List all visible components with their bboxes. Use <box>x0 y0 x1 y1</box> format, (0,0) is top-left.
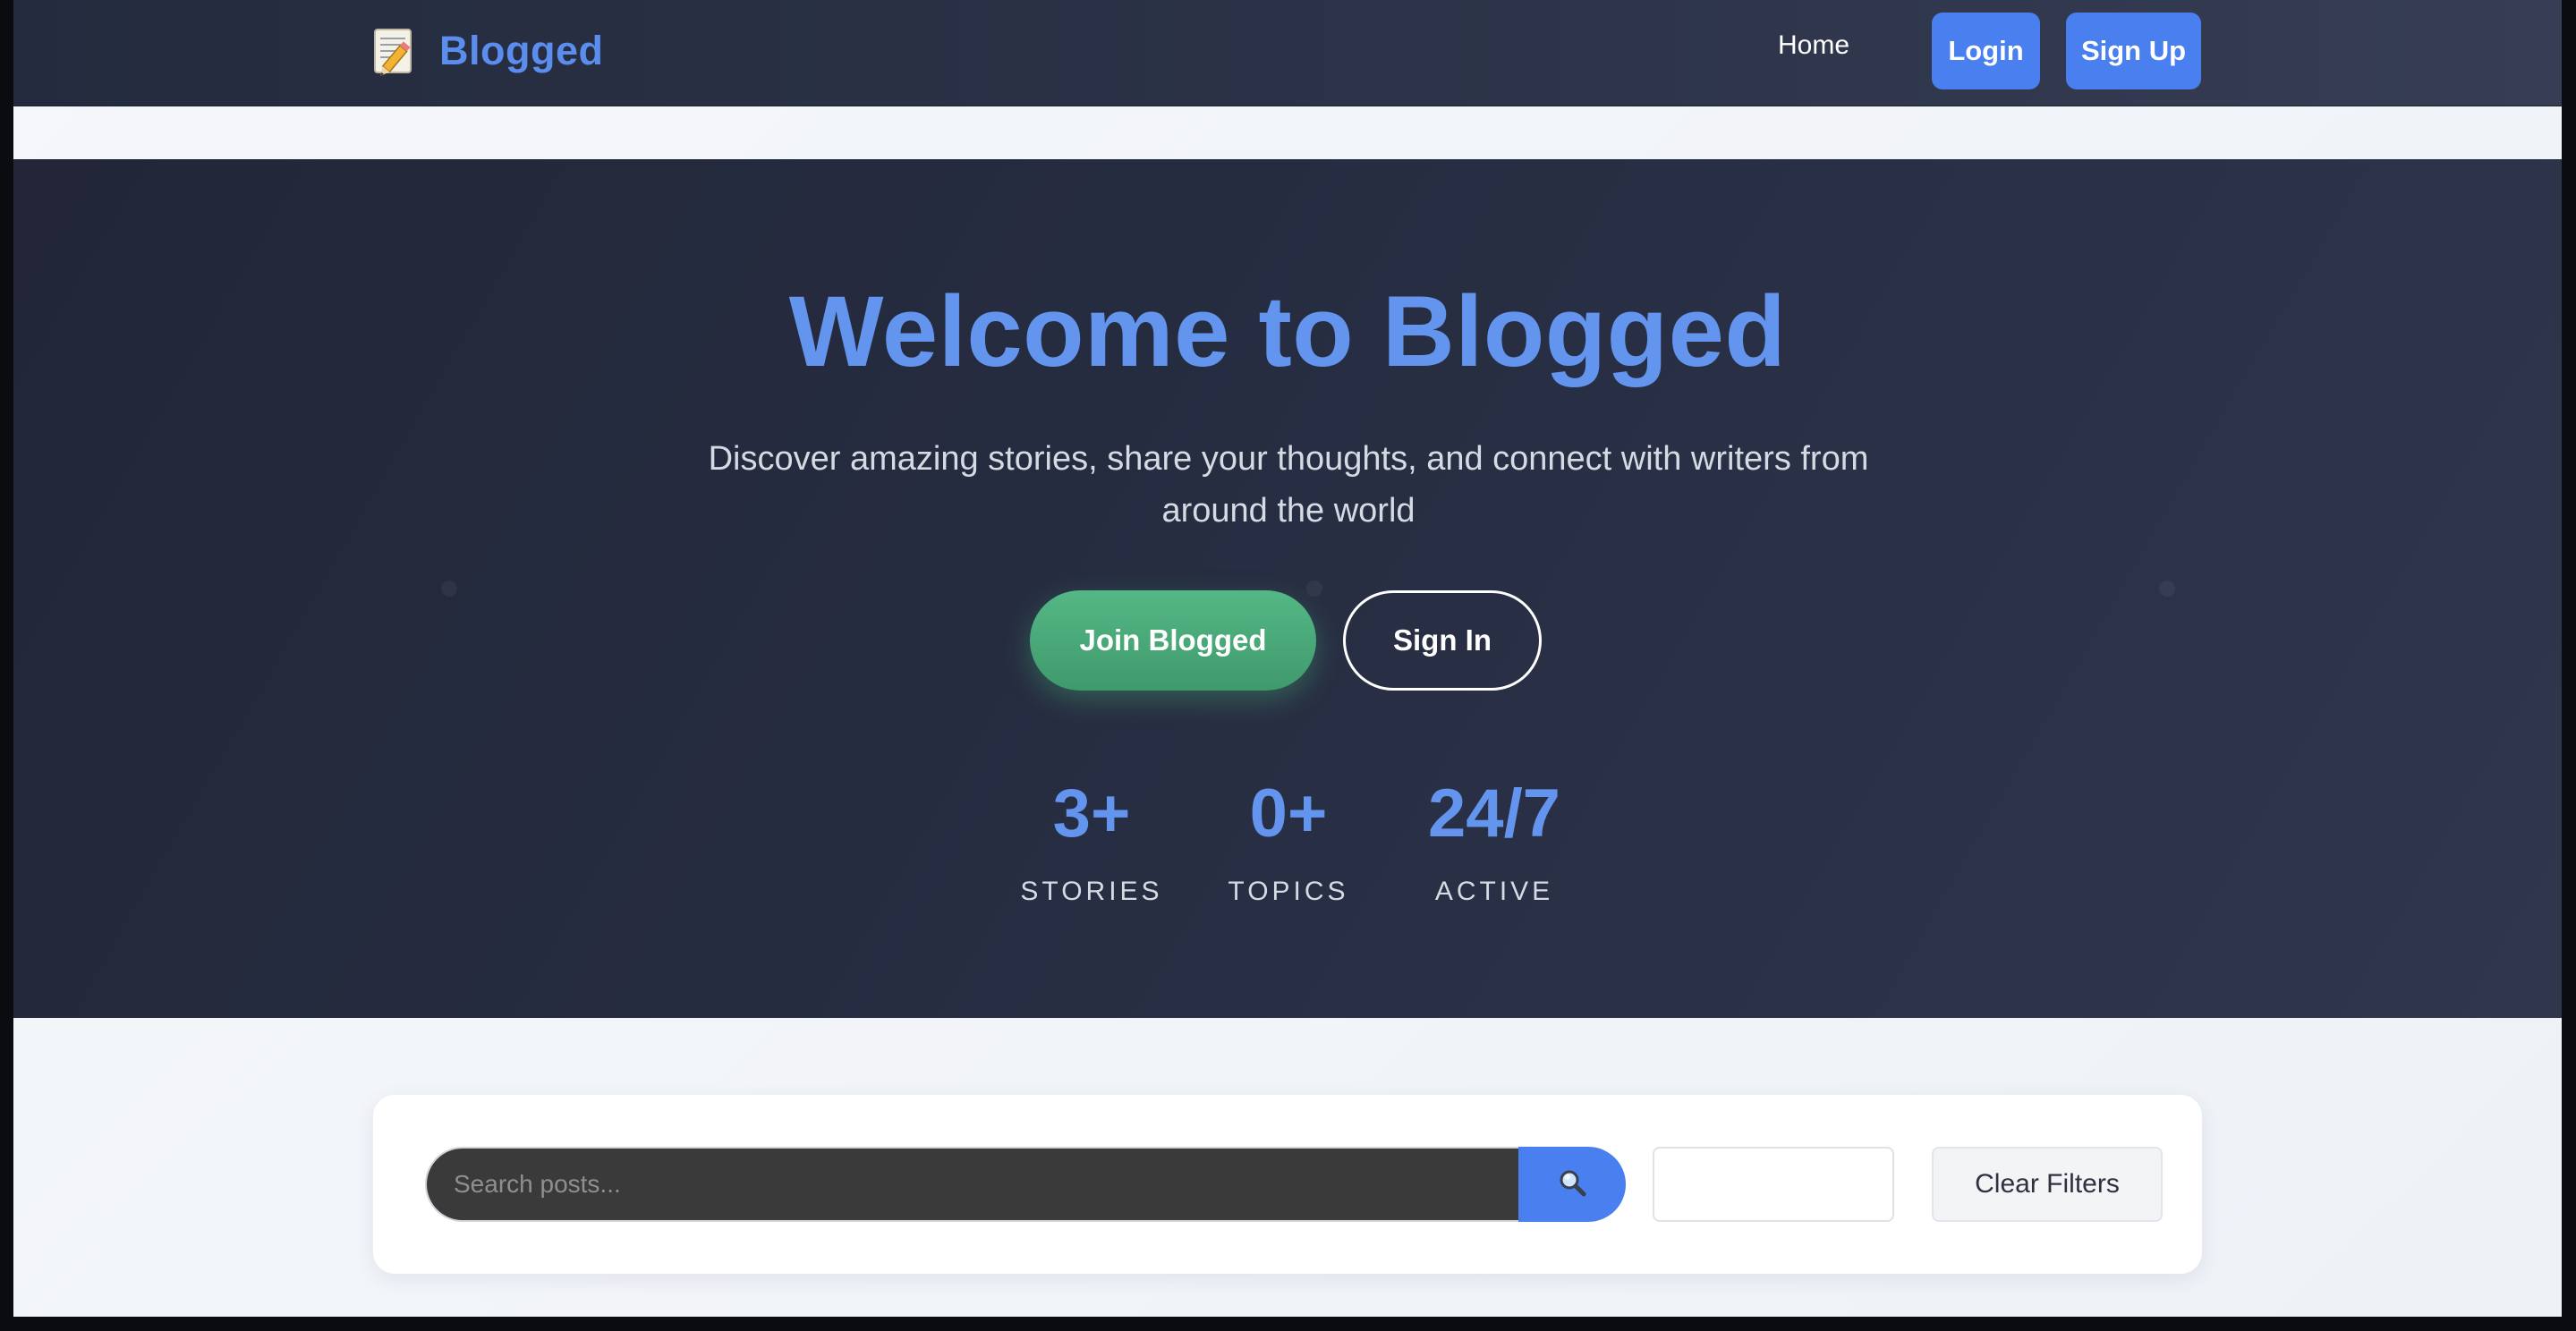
browser-viewport: Blogged Home Login Sign Up Welcome to Bl… <box>13 0 2562 1317</box>
decorative-dot <box>1306 581 1322 597</box>
magnifier-icon <box>1557 1167 1587 1202</box>
stat-label: ACTIVE <box>1434 877 1554 906</box>
signup-button[interactable]: Sign Up <box>2066 13 2201 89</box>
stat-topics: 0+ TOPICS <box>1212 776 1365 907</box>
search-filter-card: Clear Filters <box>373 1095 2202 1274</box>
navbar: Blogged Home Login Sign Up <box>13 0 2562 106</box>
sign-in-button[interactable]: Sign In <box>1343 590 1542 691</box>
decorative-dot <box>2159 581 2175 597</box>
memo-pencil-icon <box>373 26 420 76</box>
hero-section: Welcome to Blogged Discover amazing stor… <box>13 159 2562 1018</box>
clear-filters-button[interactable]: Clear Filters <box>1932 1147 2163 1222</box>
hero-title: Welcome to Blogged <box>788 276 1787 387</box>
stat-active: 24/7 ACTIVE <box>1400 776 1588 907</box>
search-button[interactable] <box>1518 1147 1626 1222</box>
join-blogged-button[interactable]: Join Blogged <box>1030 590 1316 691</box>
stat-stories: 3+ STORIES <box>1007 776 1177 907</box>
category-filter-select[interactable] <box>1653 1147 1894 1222</box>
search-input[interactable] <box>425 1147 1518 1222</box>
stat-value: 3+ <box>1052 776 1131 852</box>
hero-subtitle: Discover amazing stories, share your tho… <box>708 440 1869 530</box>
brand-name: Blogged <box>439 28 604 73</box>
stat-value: 24/7 <box>1428 776 1560 852</box>
nav-home-link[interactable]: Home <box>1778 30 1849 61</box>
stat-label: TOPICS <box>1228 877 1349 906</box>
decorative-dot <box>441 581 457 597</box>
login-button[interactable]: Login <box>1932 13 2040 89</box>
stat-label: STORIES <box>1020 877 1163 906</box>
brand-logo[interactable]: Blogged <box>373 20 603 82</box>
stat-value: 0+ <box>1249 776 1328 852</box>
